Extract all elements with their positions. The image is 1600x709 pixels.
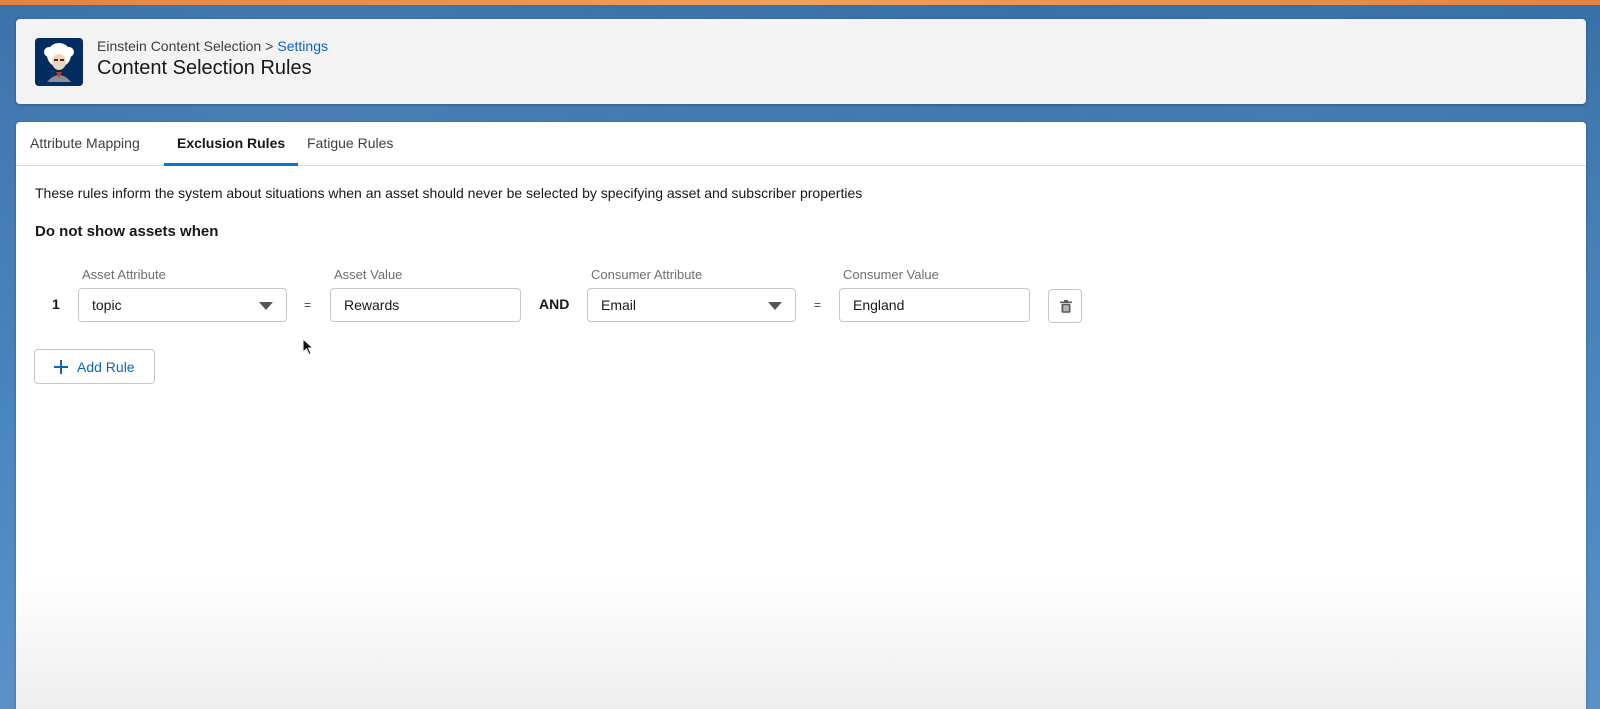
tab-bar: Attribute Mapping Exclusion Rules Fatigu… (16, 122, 1586, 166)
asset-attribute-select[interactable]: topic (78, 288, 287, 322)
tab-attribute-mapping[interactable]: Attribute Mapping (30, 122, 140, 166)
equals-operator: = (814, 298, 822, 312)
consumer-value-input[interactable]: England (839, 288, 1030, 322)
breadcrumb-settings-link[interactable]: Settings (277, 38, 328, 54)
einstein-avatar-icon (35, 38, 83, 86)
add-rule-button[interactable]: Add Rule (34, 349, 155, 384)
consumer-attribute-label: Consumer Attribute (591, 267, 703, 282)
page-title: Content Selection Rules (97, 57, 312, 79)
main-panel: Attribute Mapping Exclusion Rules Fatigu… (16, 122, 1586, 709)
tab-exclusion-rules[interactable]: Exclusion Rules (164, 122, 299, 166)
plus-icon (54, 360, 68, 374)
chevron-down-icon (259, 302, 273, 310)
trash-icon (1060, 300, 1072, 313)
delete-rule-button[interactable] (1048, 289, 1082, 323)
asset-attribute-value: topic (92, 297, 122, 313)
mouse-cursor-icon (302, 338, 314, 356)
add-rule-label: Add Rule (77, 359, 135, 375)
page-header: Einstein Content Selection > Settings Cont… (16, 19, 1586, 104)
consumer-attribute-value: Email (601, 297, 637, 313)
asset-value-label: Asset Value (334, 267, 403, 282)
and-conjunction: AND (539, 296, 570, 312)
breadcrumb-app: Einstein Content Selection (97, 38, 262, 54)
asset-value-input[interactable]: Rewards (330, 288, 521, 322)
breadcrumb-separator: > (265, 38, 274, 54)
tab-fatigue-rules[interactable]: Fatigue Rules (307, 122, 393, 166)
rule-number: 1 (52, 296, 60, 312)
section-heading: Do not show assets when (35, 223, 219, 240)
breadcrumb: Einstein Content Selection > Settings (97, 38, 328, 54)
asset-attribute-label: Asset Attribute (82, 267, 166, 282)
rules-description: These rules inform the system about situ… (35, 185, 863, 201)
brand-stripe (0, 0, 1600, 5)
chevron-down-icon (768, 302, 782, 310)
consumer-value-label: Consumer Value (843, 267, 939, 282)
consumer-attribute-select[interactable]: Email (587, 288, 796, 322)
equals-operator: = (304, 298, 312, 312)
